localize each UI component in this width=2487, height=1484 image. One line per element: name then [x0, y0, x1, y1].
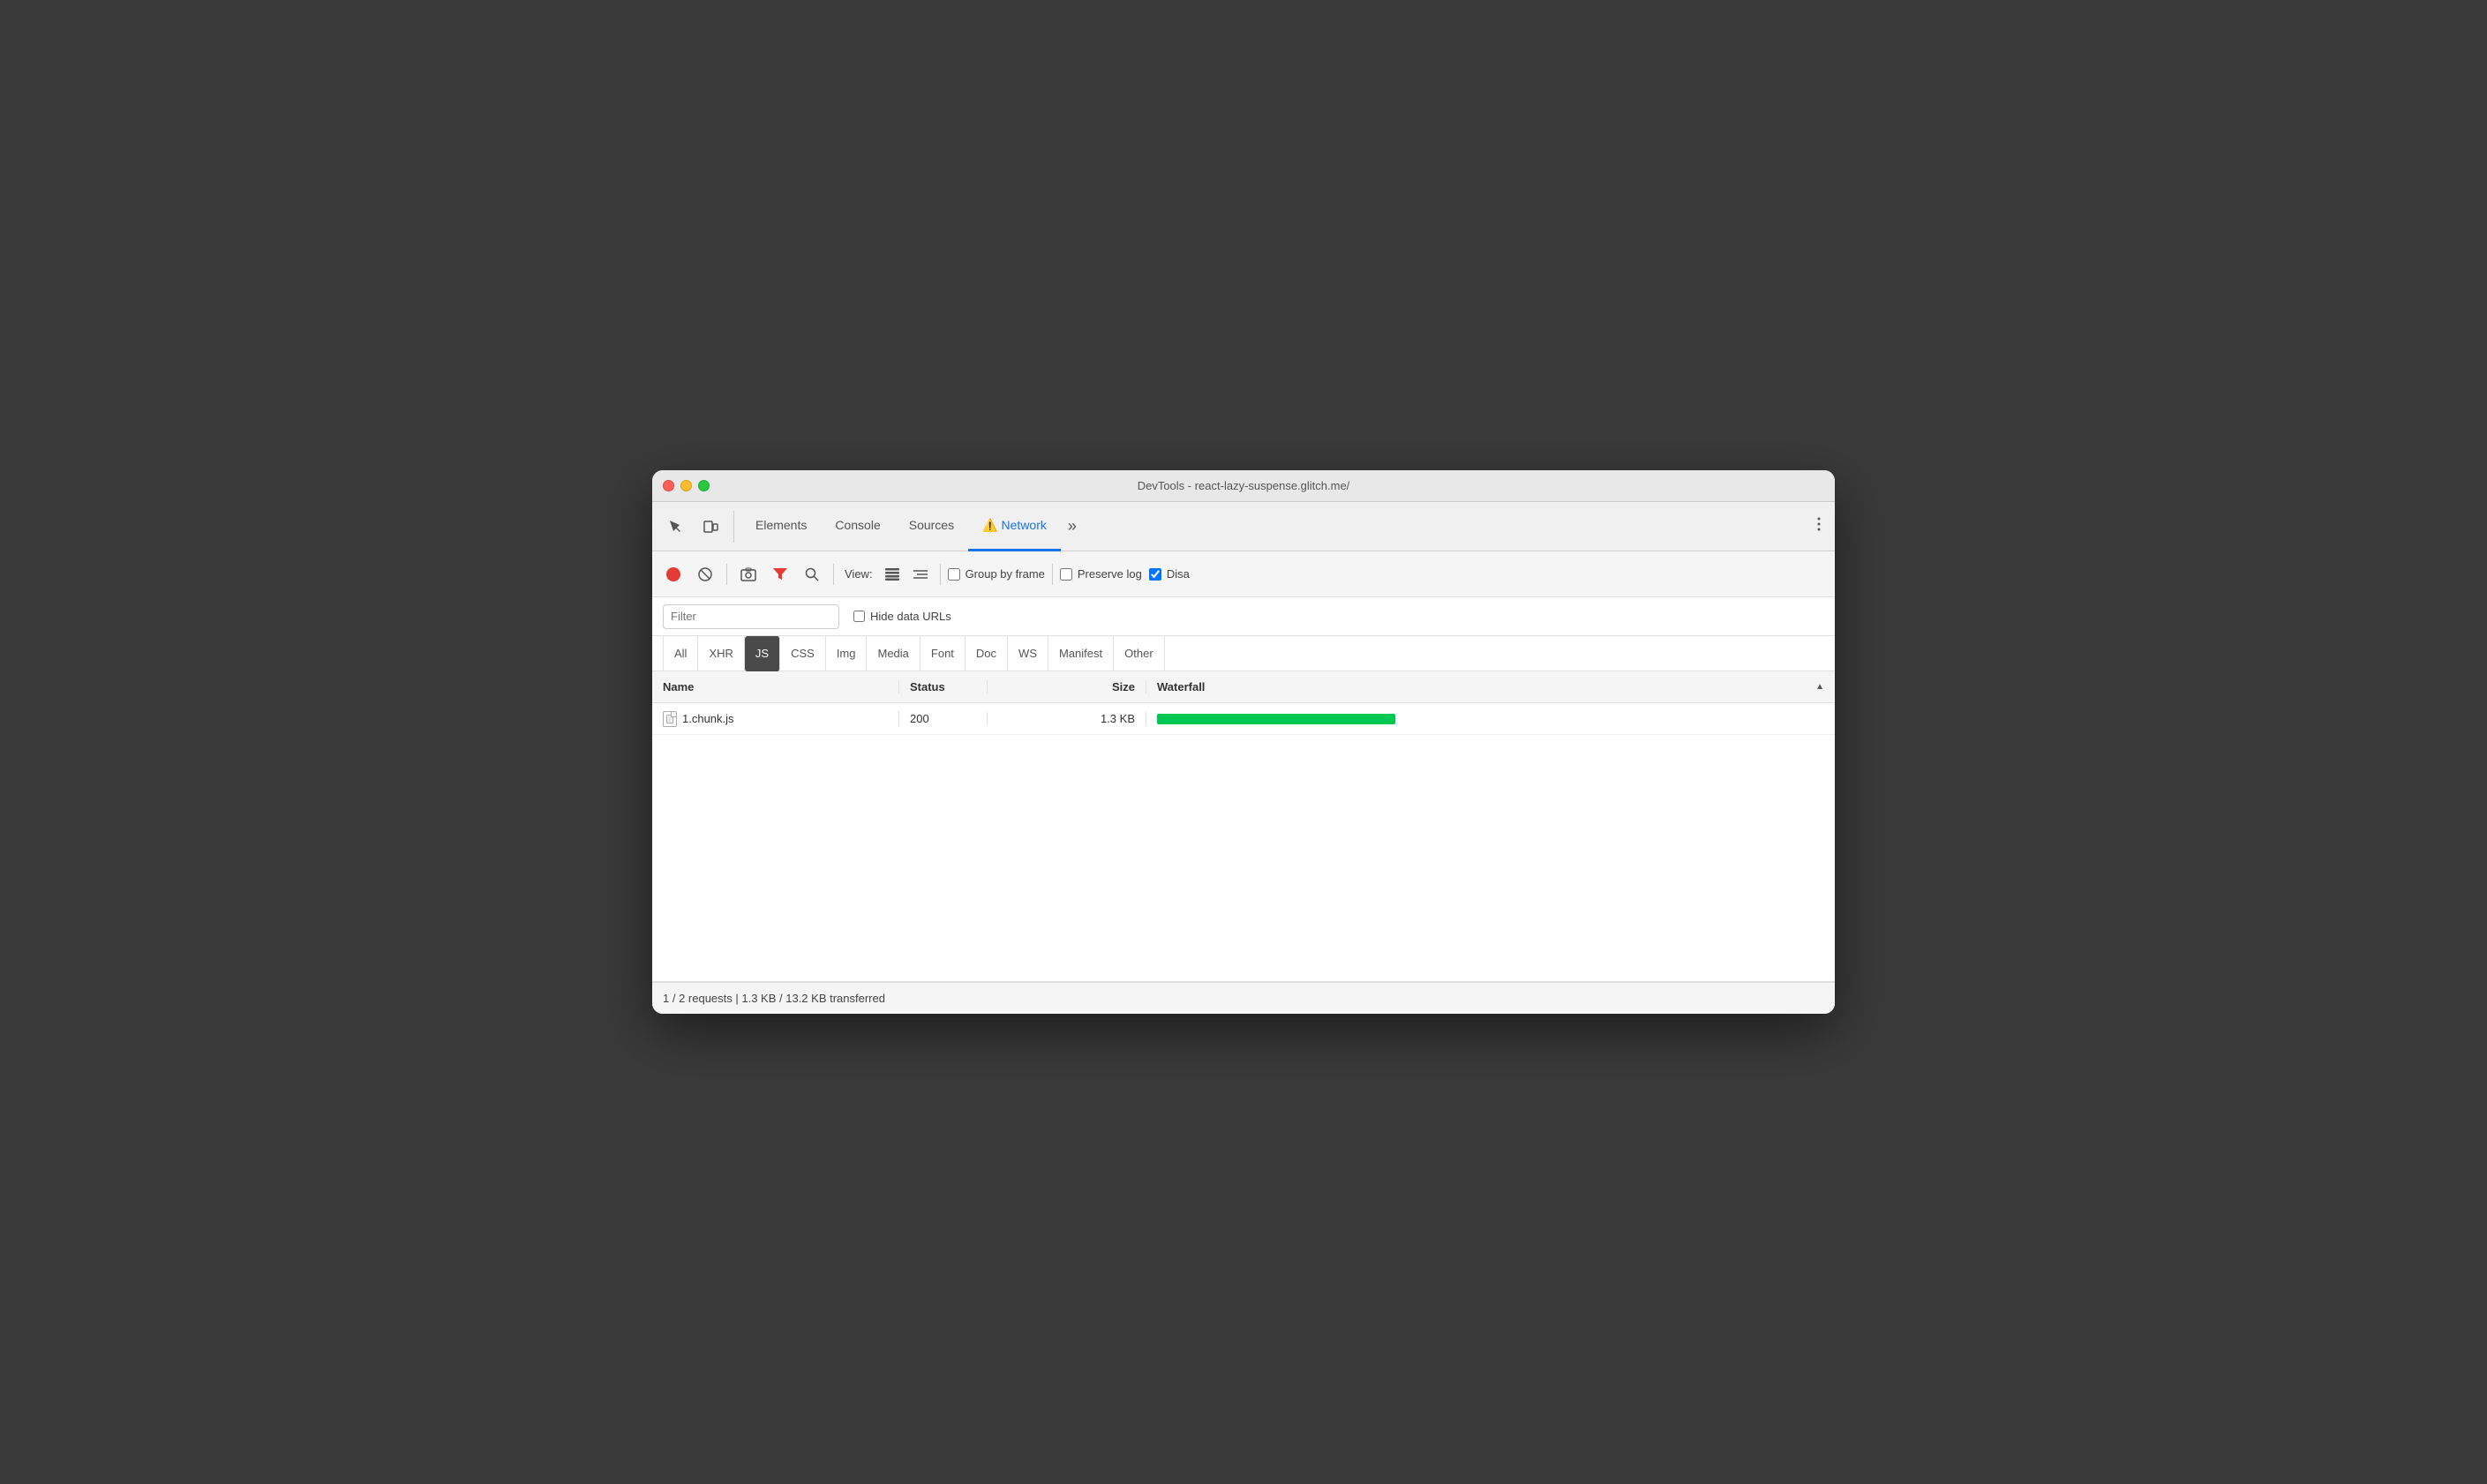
tab-console[interactable]: Console — [821, 502, 894, 551]
title-bar: DevTools - react-lazy-suspense.glitch.me… — [652, 470, 1835, 502]
row-waterfall-cell — [1146, 714, 1835, 724]
divider-4 — [1052, 564, 1053, 585]
preserve-log-text: Preserve log — [1078, 567, 1142, 581]
col-header-status[interactable]: Status — [899, 680, 988, 693]
type-filter-bar: All XHR JS CSS Img Media Font Doc — [652, 636, 1835, 671]
devtools-body: Elements Console Sources ⚠️ Network » — [652, 502, 1835, 1014]
hide-data-urls-text: Hide data URLs — [870, 610, 951, 623]
row-size-cell: 1.3 KB — [988, 712, 1146, 725]
group-by-frame-text: Group by frame — [965, 567, 1045, 581]
view-group-button[interactable] — [908, 562, 933, 587]
tab-elements-label: Elements — [755, 518, 807, 532]
status-bar: 1 / 2 requests | 1.3 KB / 13.2 KB transf… — [652, 982, 1835, 1014]
row-status-cell: 200 — [899, 712, 988, 725]
disable-cache-label[interactable]: Disa — [1149, 567, 1190, 581]
divider-1 — [726, 564, 727, 585]
tab-network-warning-icon: ⚠️ — [982, 518, 997, 533]
tab-network[interactable]: ⚠️ Network — [968, 502, 1061, 551]
divider-2 — [833, 564, 834, 585]
window-title: DevTools - react-lazy-suspense.glitch.me… — [1138, 479, 1350, 492]
hide-data-urls-checkbox[interactable] — [853, 611, 865, 622]
device-icon[interactable] — [695, 511, 726, 543]
divider-3 — [940, 564, 941, 585]
tab-more-label: » — [1068, 517, 1077, 535]
file-icon — [663, 711, 677, 727]
filter-input[interactable] — [663, 604, 839, 629]
type-btn-font[interactable]: Font — [920, 636, 965, 671]
tab-more[interactable]: » — [1061, 517, 1084, 536]
type-btn-all[interactable]: All — [663, 636, 698, 671]
search-button[interactable] — [798, 560, 826, 588]
type-btn-xhr[interactable]: XHR — [698, 636, 744, 671]
type-btn-ws[interactable]: WS — [1008, 636, 1048, 671]
kebab-menu-icon[interactable] — [1810, 516, 1828, 536]
clear-button[interactable] — [691, 560, 719, 588]
table-header: Name Status Size Waterfall ▲ — [652, 671, 1835, 703]
view-list-button[interactable] — [880, 562, 905, 587]
sort-triangle-icon: ▲ — [1815, 682, 1824, 692]
type-btn-other[interactable]: Other — [1114, 636, 1165, 671]
type-btn-img[interactable]: Img — [826, 636, 868, 671]
toolbar: View: Grou — [652, 551, 1835, 597]
tab-console-label: Console — [835, 518, 880, 532]
cursor-icon[interactable] — [659, 511, 691, 543]
type-btn-media[interactable]: Media — [867, 636, 920, 671]
devtools-window: DevTools - react-lazy-suspense.glitch.me… — [652, 470, 1835, 1014]
group-by-frame-label[interactable]: Group by frame — [948, 567, 1045, 581]
tab-network-label: Network — [1002, 518, 1047, 532]
type-btn-manifest[interactable]: Manifest — [1048, 636, 1114, 671]
preserve-log-label[interactable]: Preserve log — [1060, 567, 1142, 581]
row-name-cell: 1.chunk.js — [652, 711, 899, 727]
network-table: Name Status Size Waterfall ▲ — [652, 671, 1835, 982]
status-bar-text: 1 / 2 requests | 1.3 KB / 13.2 KB transf… — [663, 992, 885, 1005]
traffic-lights — [663, 480, 710, 491]
empty-area — [652, 735, 1835, 982]
table-row[interactable]: 1.chunk.js 200 1.3 KB — [652, 703, 1835, 735]
tab-sources-label: Sources — [909, 518, 954, 532]
col-header-size[interactable]: Size — [988, 680, 1146, 693]
screenshot-button[interactable] — [734, 560, 763, 588]
maximize-button[interactable] — [698, 480, 710, 491]
tab-elements[interactable]: Elements — [741, 502, 821, 551]
waterfall-bar — [1157, 714, 1395, 724]
tab-bar-icons — [659, 511, 734, 543]
filter-button[interactable] — [766, 560, 794, 588]
view-label: View: — [845, 567, 873, 581]
row-filename: 1.chunk.js — [682, 712, 734, 725]
disable-cache-text: Disa — [1167, 567, 1190, 581]
minimize-button[interactable] — [680, 480, 692, 491]
tab-sources[interactable]: Sources — [895, 502, 968, 551]
col-header-waterfall[interactable]: Waterfall ▲ — [1146, 680, 1835, 693]
record-button[interactable] — [659, 560, 687, 588]
preserve-log-checkbox[interactable] — [1060, 568, 1072, 581]
hide-data-urls-label[interactable]: Hide data URLs — [853, 610, 951, 623]
col-header-name[interactable]: Name — [652, 680, 899, 693]
filter-bar: Hide data URLs — [652, 597, 1835, 636]
close-button[interactable] — [663, 480, 674, 491]
disable-cache-checkbox[interactable] — [1149, 568, 1161, 581]
group-by-frame-checkbox[interactable] — [948, 568, 960, 581]
tab-bar: Elements Console Sources ⚠️ Network » — [652, 502, 1835, 551]
type-btn-js[interactable]: JS — [745, 636, 780, 671]
type-btn-css[interactable]: CSS — [780, 636, 826, 671]
type-btn-doc[interactable]: Doc — [965, 636, 1008, 671]
